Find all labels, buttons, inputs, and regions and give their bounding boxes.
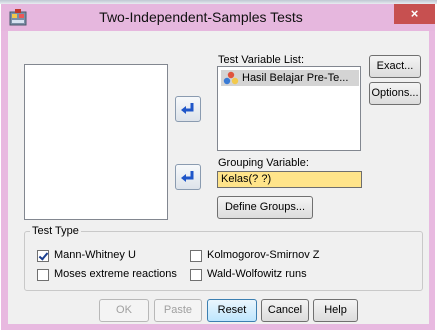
- cancel-button-label: Cancel: [267, 304, 303, 316]
- test-type-group: Test Type Mann-Whitney U Kolmogorov-Smir…: [24, 225, 423, 291]
- scale-variable-icon: [223, 71, 239, 85]
- list-item[interactable]: Hasil Belajar Pre-Te...: [221, 70, 359, 86]
- close-icon: ×: [410, 6, 419, 21]
- paste-button-label: Paste: [163, 304, 193, 316]
- source-variable-list[interactable]: [24, 64, 168, 220]
- test-variable-list[interactable]: Hasil Belajar Pre-Te...: [217, 66, 361, 151]
- ok-button[interactable]: OK: [99, 299, 149, 322]
- kolmogorov-smirnov-checkbox[interactable]: [190, 250, 202, 262]
- title-bar[interactable]: Two-Independent-Samples Tests ×: [1, 4, 435, 31]
- grouping-variable-label: Grouping Variable:: [218, 157, 309, 169]
- options-button-label: Options...: [371, 87, 419, 99]
- reset-button-label: Reset: [217, 304, 247, 316]
- test-variable-name: Hasil Belajar Pre-Te...: [242, 72, 349, 84]
- arrow-right-icon: [181, 103, 194, 114]
- ok-button-label: OK: [116, 304, 132, 316]
- exact-button[interactable]: Exact...: [369, 55, 421, 78]
- test-type-title: Test Type: [30, 225, 81, 237]
- kolmogorov-smirnov-label[interactable]: Kolmogorov-Smirnov Z: [207, 249, 319, 261]
- test-variable-list-label: Test Variable List:: [218, 54, 305, 66]
- grouping-variable-field[interactable]: Kelas(? ?): [217, 171, 362, 188]
- mann-whitney-label[interactable]: Mann-Whitney U: [54, 249, 136, 261]
- move-to-test-list-button[interactable]: [175, 96, 201, 122]
- close-button[interactable]: ×: [394, 4, 435, 24]
- reset-button[interactable]: Reset: [207, 299, 257, 322]
- exact-button-label: Exact...: [376, 60, 414, 72]
- mann-whitney-checkbox[interactable]: [37, 250, 49, 262]
- wald-wolfowitz-label[interactable]: Wald-Wolfowitz runs: [207, 268, 307, 280]
- dialog-window: Two-Independent-Samples Tests × Test Var…: [1, 4, 435, 330]
- moses-extreme-label[interactable]: Moses extreme reactions: [54, 268, 177, 280]
- define-groups-button-label: Define Groups...: [224, 201, 306, 213]
- help-button-label: Help: [324, 304, 347, 316]
- cancel-button[interactable]: Cancel: [261, 299, 309, 322]
- moses-extreme-checkbox[interactable]: [37, 269, 49, 281]
- options-button[interactable]: Options...: [369, 82, 421, 105]
- paste-button[interactable]: Paste: [154, 299, 202, 322]
- wald-wolfowitz-checkbox[interactable]: [190, 269, 202, 281]
- arrow-right-icon: [181, 171, 194, 182]
- window-title: Two-Independent-Samples Tests: [99, 9, 303, 25]
- help-button[interactable]: Help: [313, 299, 358, 322]
- dialog-client-area: Test Variable List: Hasil Belajar Pre-Te…: [8, 31, 429, 324]
- move-to-grouping-button[interactable]: [175, 164, 201, 190]
- define-groups-button[interactable]: Define Groups...: [217, 196, 313, 219]
